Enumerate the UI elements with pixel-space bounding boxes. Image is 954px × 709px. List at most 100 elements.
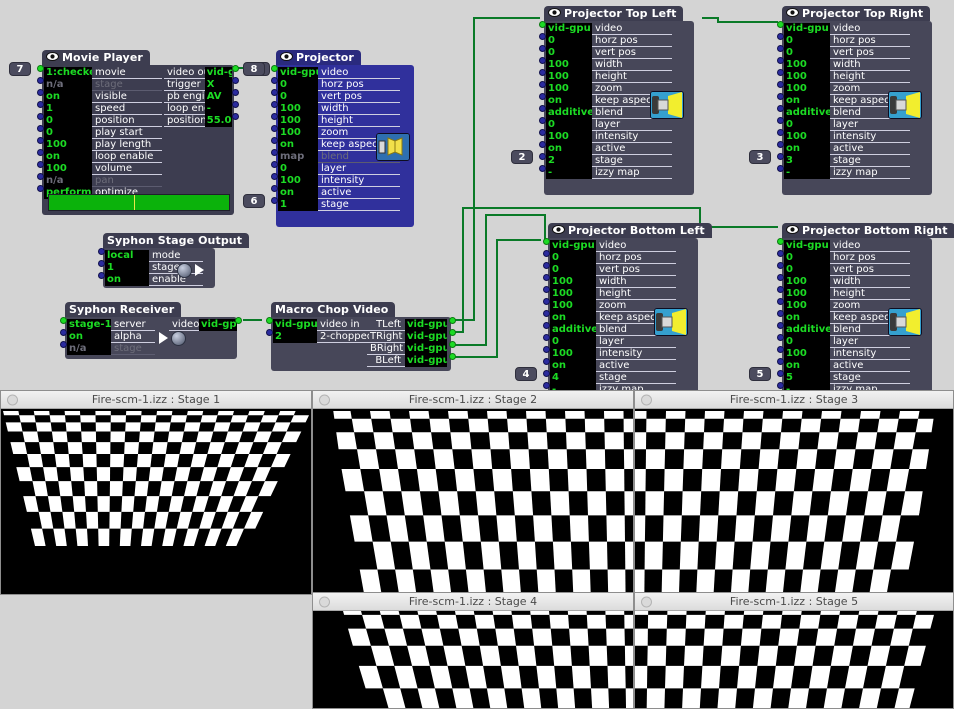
param-value[interactable]: 100: [546, 83, 592, 95]
port-in-width[interactable]: [777, 57, 784, 64]
stage-window-5-titlebar[interactable]: Fire-scm-1.izz : Stage 5: [635, 593, 953, 611]
projector-bottom-right-stage-pill[interactable]: 5: [749, 367, 771, 381]
param-value[interactable]: -: [784, 167, 830, 179]
patch-canvas[interactable]: Movie Player 1:checkermovie n/astage onv…: [0, 0, 954, 392]
param-row[interactable]: 5 stage: [784, 372, 910, 384]
movie-player-title-bar[interactable]: Movie Player: [42, 50, 150, 65]
param-value[interactable]: 100: [44, 139, 92, 151]
port-in-video[interactable]: [543, 238, 550, 245]
output-value[interactable]: vid-gpu: [405, 331, 447, 343]
port-in-horz-pos[interactable]: [271, 77, 278, 84]
param-value[interactable]: 0: [550, 264, 596, 276]
param-row[interactable]: 100 intensity: [784, 348, 910, 360]
param-value[interactable]: map: [278, 151, 318, 163]
param-value[interactable]: 2: [273, 331, 317, 343]
stage-window-1-titlebar[interactable]: Fire-scm-1.izz : Stage 1: [1, 391, 311, 409]
param-row[interactable]: vid-gpuvideo: [784, 240, 910, 252]
param-value[interactable]: 0: [44, 127, 92, 139]
projector-top-left-title-bar[interactable]: Projector Top Left: [544, 6, 684, 21]
port-out-bright[interactable]: [449, 341, 456, 348]
param-row[interactable]: n/a stage: [44, 79, 164, 91]
output-value[interactable]: vid-gpu: [405, 343, 447, 355]
node-movie-player[interactable]: Movie Player 1:checkermovie n/astage onv…: [9, 46, 270, 215]
port-in-position[interactable]: [37, 113, 44, 120]
port-in-active[interactable]: [777, 358, 784, 365]
param-row[interactable]: local mode: [105, 250, 203, 262]
port-in-vert-pos[interactable]: [777, 45, 784, 52]
alpha-knob[interactable]: [171, 331, 186, 346]
param-row[interactable]: 100 play length: [44, 139, 164, 151]
port-in-blend[interactable]: [777, 105, 784, 112]
close-icon[interactable]: [641, 596, 652, 607]
projector-top-left-stage-pill[interactable]: 2: [511, 150, 533, 164]
port-in-intensity[interactable]: [271, 173, 278, 180]
macro-chop-video-title-bar[interactable]: Macro Chop Video: [271, 302, 396, 317]
param-value[interactable]: vid-gpu: [784, 23, 830, 35]
close-icon[interactable]: [319, 596, 330, 607]
param-row[interactable]: 100 intensity: [278, 175, 400, 187]
node-projector-bottom-left[interactable]: Projector Bottom Left vid-gpu video 0 horz…: [515, 219, 712, 392]
param-row[interactable]: 0 vert pos: [546, 47, 672, 59]
port-in-active[interactable]: [271, 185, 278, 192]
param-row[interactable]: 100 width: [784, 59, 910, 71]
port-in-stage[interactable]: [98, 260, 105, 267]
port-out-position[interactable]: [232, 113, 239, 120]
param-value[interactable]: additive: [550, 324, 596, 336]
playback-progress-bar[interactable]: [48, 194, 230, 211]
param-value[interactable]: on: [784, 95, 830, 107]
param-row[interactable]: 0 vert pos: [278, 91, 400, 103]
param-row[interactable]: 4 stage: [550, 372, 676, 384]
param-row[interactable]: 0 vert pos: [550, 264, 676, 276]
param-value[interactable]: 100: [784, 348, 830, 360]
param-value[interactable]: on: [67, 331, 111, 343]
port-in-alpha[interactable]: [60, 329, 67, 336]
port-in-blend[interactable]: [271, 149, 278, 156]
param-row[interactable]: 100 height: [784, 71, 910, 83]
port-in-stage[interactable]: [60, 341, 67, 348]
param-value[interactable]: 0: [550, 252, 596, 264]
port-in-stage[interactable]: [539, 153, 546, 160]
param-row[interactable]: 0 layer: [784, 336, 910, 348]
param-row[interactable]: 100 height: [278, 115, 400, 127]
param-value[interactable]: 100: [784, 276, 830, 288]
port-in-enable[interactable]: [98, 272, 105, 279]
port-in-izzy-map[interactable]: [777, 382, 784, 389]
output-value[interactable]: vid-gpu: [405, 355, 447, 367]
param-value[interactable]: 100: [546, 131, 592, 143]
param-row[interactable]: 100 width: [278, 103, 400, 115]
param-row[interactable]: 2 2-chopped: [273, 331, 369, 343]
param-value[interactable]: 100: [550, 288, 596, 300]
param-row[interactable]: on alpha: [67, 331, 155, 343]
port-in-chopped[interactable]: [266, 329, 273, 336]
param-value[interactable]: 100: [546, 71, 592, 83]
param-row[interactable]: 1 speed: [44, 103, 164, 115]
port-in-horz-pos[interactable]: [777, 250, 784, 257]
param-value[interactable]: n/a: [67, 343, 111, 355]
output-row[interactable]: BRight vid-gpu: [367, 343, 447, 355]
projector-top-right-title-bar[interactable]: Projector Top Right: [782, 6, 931, 21]
output-row[interactable]: loop end-: [164, 103, 232, 115]
port-in-layer[interactable]: [271, 161, 278, 168]
port-in-blend[interactable]: [539, 105, 546, 112]
port-in-vert-pos[interactable]: [543, 262, 550, 269]
output-value[interactable]: vid-gpu: [199, 319, 237, 331]
param-row[interactable]: 0 play start: [44, 127, 164, 139]
port-in-width[interactable]: [543, 274, 550, 281]
param-value[interactable]: on: [546, 143, 592, 155]
output-value[interactable]: vid-gpu: [204, 67, 232, 79]
param-row[interactable]: vid-gpuvideo: [550, 240, 676, 252]
param-value[interactable]: 100: [784, 300, 830, 312]
param-value[interactable]: 100: [784, 131, 830, 143]
close-icon[interactable]: [7, 394, 18, 405]
port-in-vert-pos[interactable]: [539, 45, 546, 52]
projector-in-pill[interactable]: 8: [243, 62, 265, 76]
projector-bottom-left-title-bar[interactable]: Projector Bottom Left: [548, 223, 712, 238]
param-value[interactable]: on: [546, 95, 592, 107]
node-projector-bottom-right[interactable]: Projector Bottom Right vid-gpu video 0 hor…: [749, 219, 954, 392]
port-in-vert-pos[interactable]: [271, 89, 278, 96]
port-in-video[interactable]: [777, 21, 784, 28]
param-row[interactable]: - izzy map: [784, 167, 910, 179]
param-value[interactable]: 100: [278, 115, 318, 127]
param-value[interactable]: 0: [278, 91, 318, 103]
port-in-active[interactable]: [777, 141, 784, 148]
